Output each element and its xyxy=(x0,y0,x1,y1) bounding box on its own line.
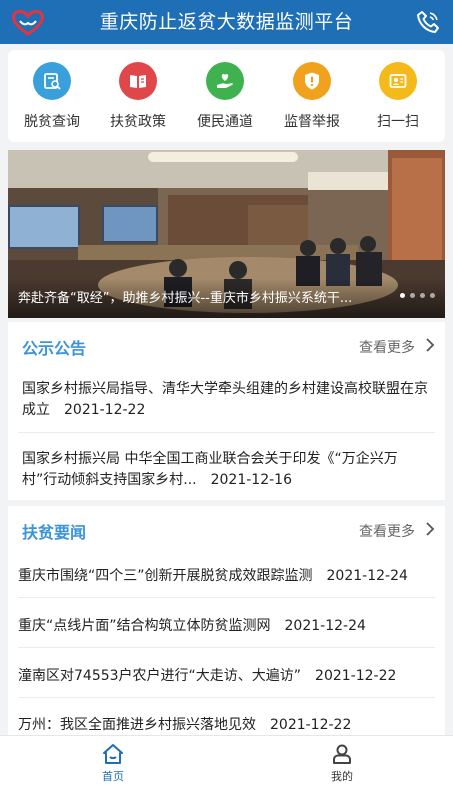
quick-action-policy[interactable]: 扶贫政策 xyxy=(98,62,178,131)
news-item[interactable]: 万州：我区全面推进乡村振兴落地见效 2021-12-22 xyxy=(18,714,351,734)
news-section-title: 扶贫要闻 xyxy=(22,523,87,542)
notice-item-date: 2021-12-22 xyxy=(64,402,146,418)
quick-action-poverty-query[interactable]: 脱贫查询 xyxy=(12,62,92,131)
banner-caption: 奔赴齐备“取经”，助推乡村振兴--重庆市乡村振兴系统干... xyxy=(18,291,353,306)
news-item-date: 2021-12-24 xyxy=(326,568,408,584)
carousel-dot[interactable] xyxy=(410,293,415,298)
news-item-date: 2021-12-24 xyxy=(284,618,366,634)
chevron-right-icon[interactable] xyxy=(425,338,435,352)
divider xyxy=(18,597,435,598)
news-section: 扶贫要闻 查看更多 重庆市围绕“四个三”创新开展脱贫成效跟踪监测 2021-12-… xyxy=(8,506,445,735)
quick-action-label: 脱贫查询 xyxy=(24,114,80,130)
news-section-header: 扶贫要闻 查看更多 xyxy=(8,506,445,552)
news-item-date: 2021-12-22 xyxy=(315,668,397,684)
policy-book-icon xyxy=(119,62,157,100)
home-icon xyxy=(103,744,123,764)
notice-item-text: 国家乡村振兴局 中华全国工商业联合会关于印发《“万企兴万村”行动倾斜支持国家乡村… xyxy=(22,451,398,488)
notice-item-date: 2021-12-16 xyxy=(210,472,292,488)
notice-view-more[interactable]: 查看更多 xyxy=(359,337,415,357)
tab-label: 首页 xyxy=(102,770,124,783)
carousel-indicator xyxy=(395,283,435,302)
tab-label: 我的 xyxy=(331,770,353,783)
quick-action-label: 扶贫政策 xyxy=(110,114,166,130)
notice-section: 公示公告 查看更多 国家乡村振兴局指导、清华大学牵头组建的乡村建设高校联盟在京成… xyxy=(8,322,445,500)
quick-actions-bar: 脱贫查询 扶贫政策 便民通道 监督举报 扫一扫 xyxy=(8,50,445,142)
phone-icon[interactable] xyxy=(415,9,441,35)
helping-hand-icon xyxy=(206,62,244,100)
news-item-text: 万州：我区全面推进乡村振兴落地见效 xyxy=(18,717,256,733)
news-item[interactable]: 重庆市围绕“四个三”创新开展脱贫成效跟踪监测 2021-12-24 xyxy=(18,565,408,585)
news-item-date: 2021-12-22 xyxy=(270,717,352,733)
carousel-dot[interactable] xyxy=(430,293,435,298)
scan-icon xyxy=(379,62,417,100)
user-icon xyxy=(333,744,351,764)
divider xyxy=(18,697,435,698)
news-item-text: 重庆市围绕“四个三”创新开展脱贫成效跟踪监测 xyxy=(18,568,313,584)
quick-action-label: 扫一扫 xyxy=(377,114,419,130)
news-item-text: 潼南区对74553户农户进行“大走访、大遍访” xyxy=(18,668,302,684)
carousel-dot[interactable] xyxy=(400,293,405,298)
news-item-text: 重庆“点线片面”结合构筑立体防贫监测网 xyxy=(18,618,271,634)
carousel-dot[interactable] xyxy=(420,293,425,298)
news-view-more[interactable]: 查看更多 xyxy=(359,521,415,541)
notice-section-title: 公示公告 xyxy=(22,339,87,358)
shield-alert-icon xyxy=(293,62,331,100)
news-banner-carousel[interactable]: 奔赴齐备“取经”，助推乡村振兴--重庆市乡村振兴系统干... xyxy=(8,150,445,318)
page-title: 重庆防止返贫大数据监测平台 xyxy=(99,11,354,33)
quick-action-label: 监督举报 xyxy=(284,114,340,130)
quick-action-convenience[interactable]: 便民通道 xyxy=(185,62,265,131)
notice-item[interactable]: 国家乡村振兴局 中华全国工商业联合会关于印发《“万企兴万村”行动倾斜支持国家乡村… xyxy=(22,449,432,491)
notice-section-header: 公示公告 查看更多 xyxy=(8,322,445,368)
chevron-right-icon[interactable] xyxy=(425,522,435,536)
quick-action-report[interactable]: 监督举报 xyxy=(272,62,352,131)
tab-profile[interactable]: 我的 xyxy=(282,736,402,785)
query-icon xyxy=(33,62,71,100)
bottom-tab-bar: 首页 我的 xyxy=(0,735,453,785)
quick-action-scan[interactable]: 扫一扫 xyxy=(358,62,438,131)
divider xyxy=(18,432,435,433)
divider xyxy=(18,647,435,648)
tab-home[interactable]: 首页 xyxy=(53,736,173,785)
app-header: 重庆防止返贫大数据监测平台 xyxy=(0,0,453,44)
news-item[interactable]: 潼南区对74553户农户进行“大走访、大遍访” 2021-12-22 xyxy=(18,665,396,685)
quick-action-label: 便民通道 xyxy=(197,114,253,130)
news-item[interactable]: 重庆“点线片面”结合构筑立体防贫监测网 2021-12-24 xyxy=(18,615,366,635)
notice-item[interactable]: 国家乡村振兴局指导、清华大学牵头组建的乡村建设高校联盟在京成立 2021-12-2… xyxy=(22,379,432,421)
